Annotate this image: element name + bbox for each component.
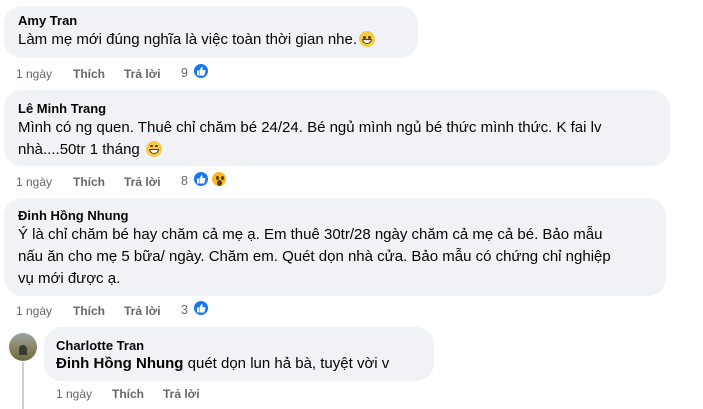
comment-text-line: nhà....50tr 1 tháng xyxy=(18,141,140,158)
comment-author[interactable]: Amy Tran xyxy=(18,13,77,28)
reply-bubble: Charlotte Tran Đinh Hồng Nhung quét dọn … xyxy=(44,327,434,381)
comment-bubble: Lê Minh Trang Mình có ng quen. Thuê chỉ … xyxy=(4,90,670,166)
thread-line xyxy=(22,362,24,409)
wow-icon[interactable] xyxy=(210,170,228,188)
comment-text-line: nấu ăn cho mẹ 5 bữa/ ngày. Chăm em. Quét… xyxy=(18,248,611,265)
comment-text-line: Ý là chỉ chăm bé hay chăm cả mẹ ạ. Em th… xyxy=(18,226,603,243)
avatar[interactable] xyxy=(9,333,37,361)
grinning-face-icon xyxy=(359,31,376,47)
like-button[interactable]: Thích xyxy=(73,175,105,189)
comment-text: Làm mẹ mới đúng nghĩa là việc toàn thời … xyxy=(18,29,376,51)
reply-button[interactable]: Trả lời xyxy=(163,387,200,401)
comment-text: Mình có ng quen. Thuê chỉ chăm bé 24/24.… xyxy=(18,117,668,161)
reply-button[interactable]: Trả lời xyxy=(124,304,161,318)
comment-text-line: vụ mới được ạ. xyxy=(18,270,121,287)
reply-author[interactable]: Charlotte Tran xyxy=(56,338,144,353)
reply-button[interactable]: Trả lời xyxy=(124,175,161,189)
like-button[interactable]: Thích xyxy=(73,67,105,81)
reply-actions: 1 ngày Thích Trả lời xyxy=(56,387,276,403)
reaction-count[interactable]: 9 xyxy=(181,66,188,80)
reply-mention[interactable]: Đinh Hồng Nhung xyxy=(56,355,183,372)
like-icon[interactable] xyxy=(192,170,210,188)
comment-author[interactable]: Lê Minh Trang xyxy=(18,101,106,116)
comment-text-line: Mình có ng quen. Thuê chỉ chăm bé 24/24.… xyxy=(18,119,602,136)
reply-button[interactable]: Trả lời xyxy=(124,67,161,81)
laughing-face-icon xyxy=(145,141,162,157)
comment-bubble: Đinh Hồng Nhung Ý là chỉ chăm bé hay chă… xyxy=(4,198,666,296)
comment-time[interactable]: 1 ngày xyxy=(16,175,52,189)
reply-text-body: quét dọn lun hả bà, tuyệt vời v xyxy=(187,355,390,372)
comment-time[interactable]: 1 ngày xyxy=(16,304,52,318)
like-button[interactable]: Thích xyxy=(73,304,105,318)
like-icon[interactable] xyxy=(192,62,210,80)
comment-text-body: Làm mẹ mới đúng nghĩa là việc toàn thời … xyxy=(18,31,358,48)
comment-text: Ý là chỉ chăm bé hay chăm cả mẹ ạ. Em th… xyxy=(18,224,664,290)
comment-author[interactable]: Đinh Hồng Nhung xyxy=(18,208,128,223)
reply-time[interactable]: 1 ngày xyxy=(56,387,92,401)
reaction-count[interactable]: 8 xyxy=(181,174,188,188)
like-icon[interactable] xyxy=(192,299,210,317)
comment-bubble: Amy Tran Làm mẹ mới đúng nghĩa là việc t… xyxy=(4,6,418,58)
like-button[interactable]: Thích xyxy=(112,387,144,401)
reply-text: Đinh Hồng Nhung quét dọn lun hả bà, tuyệ… xyxy=(56,353,389,375)
reaction-count[interactable]: 3 xyxy=(181,303,188,317)
comment-time[interactable]: 1 ngày xyxy=(16,67,52,81)
